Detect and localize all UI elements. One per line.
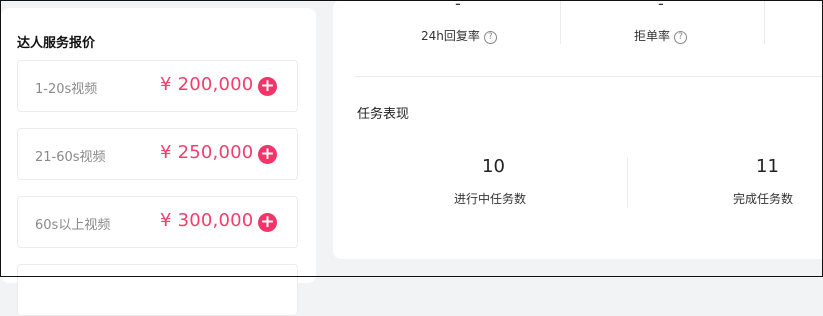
price-label: 60s以上视频 [35, 218, 111, 233]
pricing-title: 达人服务报价 [17, 36, 96, 51]
help-icon[interactable]: ? [483, 31, 497, 44]
price-row-partial [17, 264, 298, 316]
divider [560, 0, 561, 44]
add-plus-icon[interactable]: + [258, 145, 277, 164]
divider [627, 157, 628, 207]
add-plus-icon[interactable]: + [258, 77, 277, 96]
help-icon[interactable]: ? [674, 31, 688, 44]
reply-rate-value: - [455, 0, 461, 13]
price-value: ¥ 300,000 [160, 210, 254, 231]
add-plus-icon[interactable]: + [258, 213, 277, 232]
price-row-21-60s: 21-60s视频 ¥ 250,000 + [17, 128, 298, 180]
completed-label: 完成任务数 [733, 192, 794, 206]
task-section-title: 任务表现 [357, 107, 410, 122]
price-value: ¥ 200,000 [160, 74, 254, 95]
price-row-60s-plus: 60s以上视频 ¥ 300,000 + [17, 196, 298, 248]
reply-rate-label: 24h回复率? [421, 27, 497, 44]
price-label: 21-60s视频 [35, 150, 106, 165]
reject-rate-label-text: 拒单率 [634, 29, 671, 43]
stats-card: - 24h回复率? - 拒单率? 任务表现 10 进行中任务数 11 完成任务数 [333, 0, 823, 259]
reply-rate-label-text: 24h回复率 [421, 29, 480, 43]
in-progress-count: 10 [482, 156, 505, 177]
price-label: 1-20s视频 [35, 82, 98, 97]
price-row-1-20s: 1-20s视频 ¥ 200,000 + [17, 60, 298, 112]
in-progress-label: 进行中任务数 [454, 192, 527, 206]
pricing-card: 达人服务报价 1-20s视频 ¥ 200,000 + 21-60s视频 ¥ 25… [1, 8, 316, 316]
section-divider [355, 76, 823, 77]
price-value: ¥ 250,000 [160, 142, 254, 163]
reject-rate-label: 拒单率? [634, 27, 688, 44]
divider [764, 0, 765, 44]
completed-count: 11 [756, 156, 779, 177]
reject-rate-value: - [658, 0, 664, 13]
